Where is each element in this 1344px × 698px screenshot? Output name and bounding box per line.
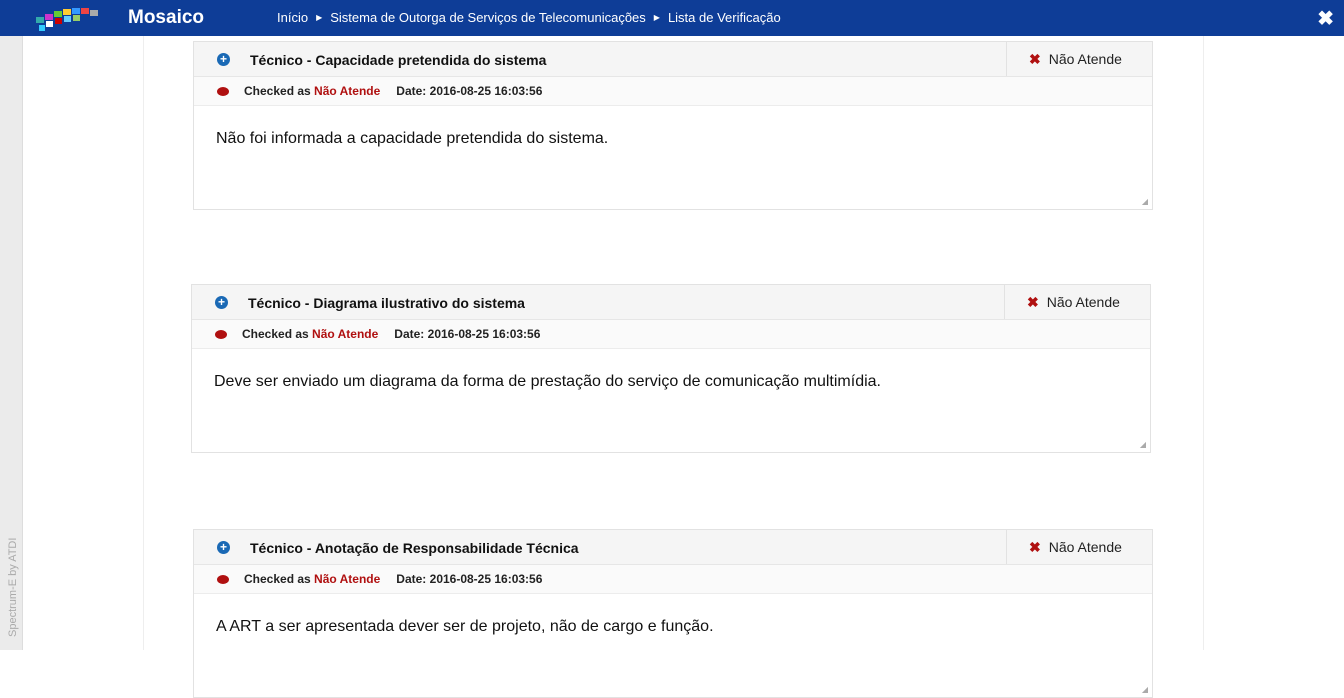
checklist-item: + Técnico - Diagrama ilustrativo do sist… — [191, 284, 1151, 453]
comment-textarea[interactable]: A ART a ser apresentada dever ser de pro… — [194, 594, 1152, 697]
item-header: + Técnico - Diagrama ilustrativo do sist… — [192, 285, 1150, 320]
comment-textarea[interactable]: Deve ser enviado um diagrama da forma de… — [192, 349, 1150, 452]
comment-bubble-icon — [217, 575, 229, 584]
mosaico-logo[interactable] — [32, 3, 112, 33]
close-icon[interactable]: ✖ — [1317, 6, 1334, 31]
comment-text: Deve ser enviado um diagrama da forma de… — [214, 373, 881, 390]
item-meta: Checked as Não Atende Date: 2016-08-25 16… — [192, 320, 1150, 349]
breadcrumb-system[interactable]: Sistema de Outorga de Serviços de Teleco… — [330, 10, 646, 25]
comment-textarea[interactable]: Não foi informada a capacidade pretendid… — [194, 106, 1152, 209]
comment-text: A ART a ser apresentada dever ser de pro… — [216, 618, 714, 635]
status-label: Não Atende — [1046, 294, 1120, 310]
cross-icon: ✖ — [1029, 538, 1041, 555]
checklist-item: + Técnico - Capacidade pretendida do sis… — [193, 41, 1153, 210]
sidebar-credit: Spectrum-E by ATDI — [7, 537, 19, 637]
status-button[interactable]: ✖ Não Atende — [1006, 530, 1152, 564]
item-header: + Técnico - Capacidade pretendida do sis… — [194, 42, 1152, 77]
checked-as-label: Checked as — [244, 572, 311, 586]
date-value: 2016-08-25 16:03:56 — [427, 327, 541, 341]
comment-bubble-icon — [217, 87, 229, 96]
date-value: 2016-08-25 16:03:56 — [429, 572, 543, 586]
cross-icon: ✖ — [1027, 293, 1039, 310]
item-meta: Checked as Não Atende Date: 2016-08-25 16… — [194, 77, 1152, 106]
status-button[interactable]: ✖ Não Atende — [1004, 285, 1150, 319]
comment-bubble-icon — [215, 330, 227, 339]
status-button[interactable]: ✖ Não Atende — [1006, 42, 1152, 76]
breadcrumb-current: Lista de Verificação — [667, 10, 781, 25]
resize-grip-icon[interactable]: ◢ — [1142, 197, 1148, 206]
app-title[interactable]: Mosaico — [128, 7, 204, 29]
checked-status: Não Atende — [314, 84, 381, 98]
item-title: Técnico - Capacidade pretendida do siste… — [250, 52, 547, 68]
comment-text: Não foi informada a capacidade pretendid… — [216, 130, 609, 147]
status-label: Não Atende — [1048, 51, 1122, 67]
item-title: Técnico - Anotação de Responsabilidade T… — [250, 540, 579, 556]
expand-plus-icon[interactable]: + — [217, 53, 230, 66]
checked-status: Não Atende — [314, 572, 381, 586]
checklist-item: + Técnico - Anotação de Responsabilidade… — [193, 529, 1153, 698]
sidebar: Spectrum-E by ATDI — [0, 36, 23, 650]
resize-grip-icon[interactable]: ◢ — [1142, 685, 1148, 694]
date-value: 2016-08-25 16:03:56 — [429, 84, 543, 98]
expand-plus-icon[interactable]: + — [215, 296, 228, 309]
breadcrumb-home[interactable]: Início — [277, 10, 308, 25]
expand-plus-icon[interactable]: + — [217, 541, 230, 554]
breadcrumb-separator-icon: ▶ — [653, 13, 660, 22]
resize-grip-icon[interactable]: ◢ — [1140, 440, 1146, 449]
status-label: Não Atende — [1048, 539, 1122, 555]
item-meta: Checked as Não Atende Date: 2016-08-25 16… — [194, 565, 1152, 594]
date-label: Date: — [396, 572, 427, 586]
item-title: Técnico - Diagrama ilustrativo do sistem… — [248, 295, 525, 311]
checked-status: Não Atende — [312, 327, 379, 341]
breadcrumb-separator-icon: ▶ — [316, 13, 323, 22]
breadcrumb: Início ▶ Sistema de Outorga de Serviços … — [277, 10, 781, 25]
checked-as-label: Checked as — [242, 327, 309, 341]
date-label: Date: — [396, 84, 427, 98]
item-header: + Técnico - Anotação de Responsabilidade… — [194, 530, 1152, 565]
cross-icon: ✖ — [1029, 50, 1041, 67]
checked-as-label: Checked as — [244, 84, 311, 98]
top-bar: Mosaico Início ▶ Sistema de Outorga de S… — [0, 0, 1344, 36]
date-label: Date: — [394, 327, 425, 341]
